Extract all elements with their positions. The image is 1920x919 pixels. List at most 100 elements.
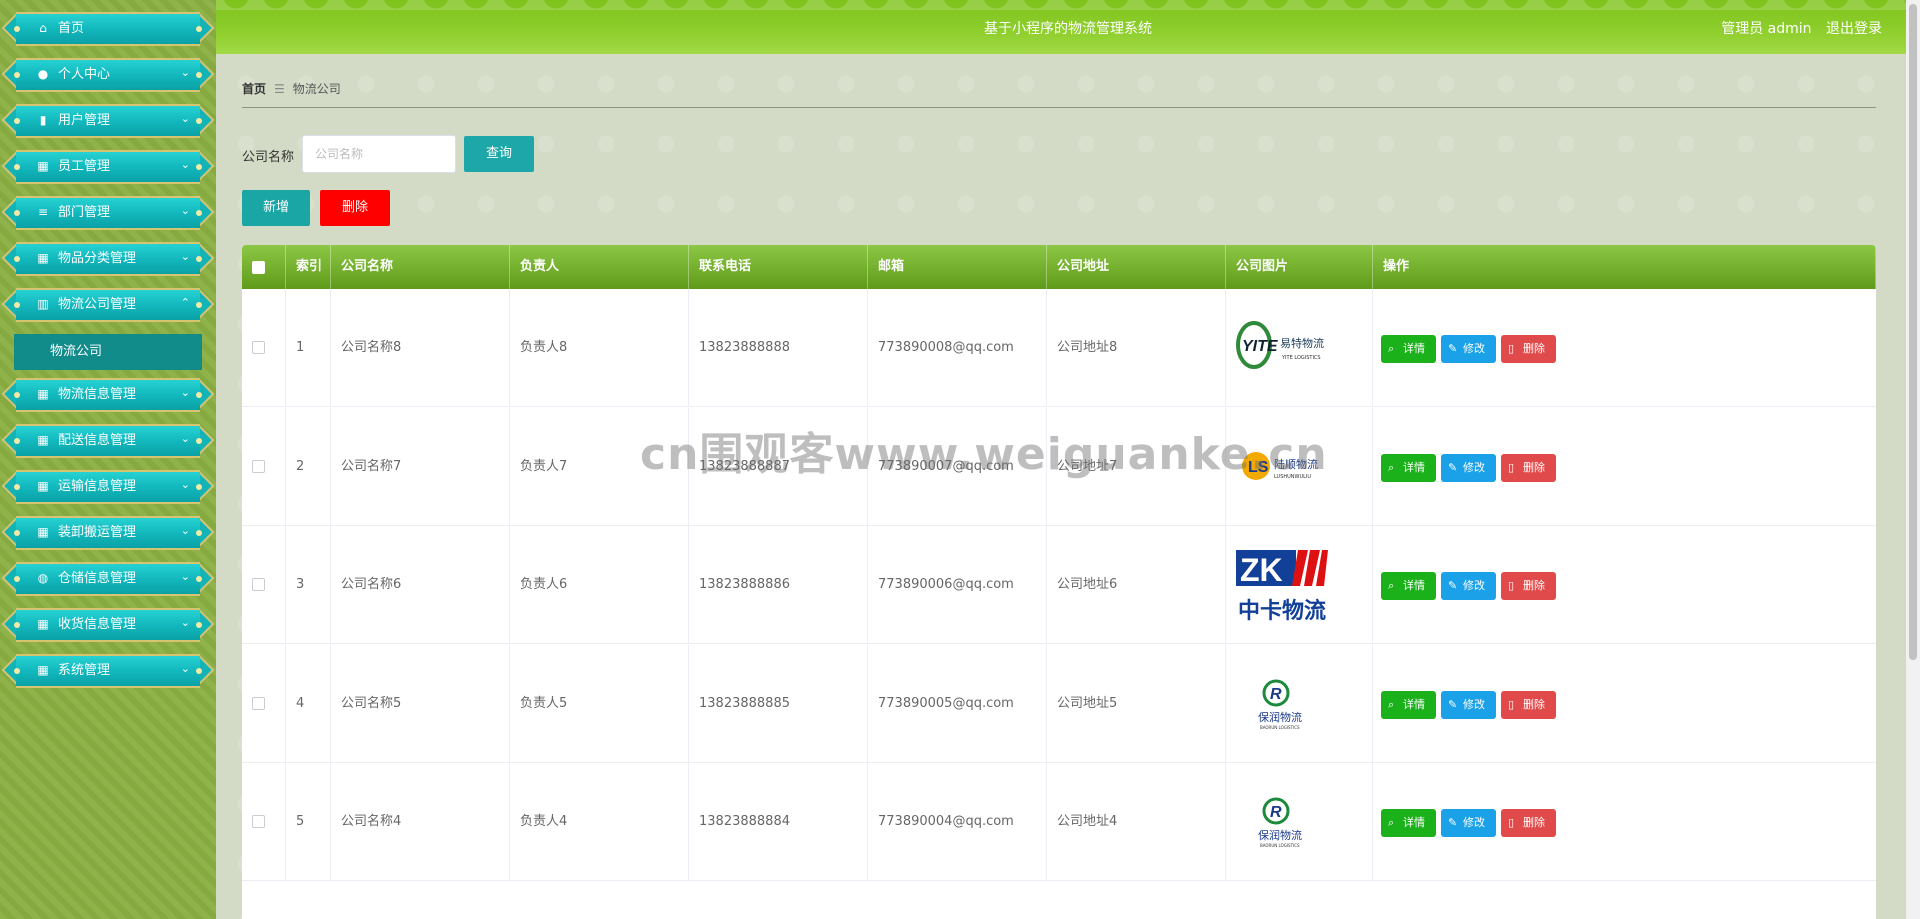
svg-text:保润物流: 保润物流 <box>1258 710 1302 724</box>
edit-button[interactable]: ✎ 修改 <box>1441 453 1496 482</box>
sidebar-item-3[interactable]: ▦ 员工管理 ⌄ <box>1 148 215 186</box>
detail-label: 详情 <box>1403 460 1425 474</box>
edit-button[interactable]: ✎ 修改 <box>1441 809 1496 837</box>
sidebar-item-4[interactable]: ≡ 部门管理 ⌄ <box>1 194 215 232</box>
edit-icon: ✎ <box>1448 460 1458 474</box>
scrollbar-thumb[interactable] <box>1909 4 1917 660</box>
select-all-checkbox[interactable] <box>252 261 265 274</box>
row-checkbox[interactable] <box>252 815 265 828</box>
sidebar-item-7[interactable]: ▦ 物流信息管理 ⌄ <box>1 376 215 414</box>
batch-delete-button[interactable]: 删除 <box>320 190 390 226</box>
detail-button[interactable]: ⌕ 详情 <box>1381 690 1436 719</box>
delete-label: 删除 <box>1523 579 1545 592</box>
delete-label: 删除 <box>1523 697 1545 711</box>
sidebar-item-13[interactable]: ▦ 系统管理 ⌄ <box>1 652 215 690</box>
svg-text:R: R <box>1270 804 1282 821</box>
sidebar-item-label: 配送信息管理 <box>58 433 137 448</box>
company-logo-image: R 保润物流 BAORUN LOGISTICS <box>1234 785 1330 859</box>
sidebar-item-8[interactable]: ▦ 配送信息管理 ⌄ <box>1 422 215 460</box>
sidebar-item-label: 运输信息管理 <box>58 479 137 494</box>
menu-dot-left <box>14 210 20 216</box>
delete-button[interactable]: ▯ 删除 <box>1501 809 1556 837</box>
detail-button[interactable]: ⌕ 详情 <box>1381 335 1436 363</box>
delete-button[interactable]: ▯ 删除 <box>1501 335 1556 363</box>
detail-button[interactable]: ⌕ 详情 <box>1381 572 1436 600</box>
column-header-6: 公司图片 <box>1226 245 1373 289</box>
chevron-down-icon: ⌄ <box>180 616 190 629</box>
search-icon: ⌕ <box>1388 697 1395 711</box>
grid-icon: ▦ <box>37 479 49 493</box>
delete-button[interactable]: ▯ 删除 <box>1501 572 1556 600</box>
svg-text:YITE LOGISTICS: YITE LOGISTICS <box>1281 355 1321 361</box>
row-checkbox[interactable] <box>252 578 265 591</box>
grid-icon: ▦ <box>37 663 49 677</box>
cell-index: 2 <box>286 407 331 526</box>
cell-index: 1 <box>286 289 331 407</box>
company-logo-image: YITE 易特物流 YITE LOGISTICS <box>1234 311 1330 385</box>
detail-button[interactable]: ⌕ 详情 <box>1381 809 1436 837</box>
user-area: 管理员 admin 退出登录 <box>1711 18 1882 38</box>
sidebar-item-10[interactable]: ▦ 装卸搬运管理 ⌄ <box>1 514 215 552</box>
row-checkbox[interactable] <box>252 696 265 710</box>
menu-dot-right <box>196 26 202 32</box>
home-icon: ⌂ <box>39 21 47 35</box>
sidebar-item-9[interactable]: ▦ 运输信息管理 ⌄ <box>1 468 215 506</box>
row-select-cell <box>242 526 286 644</box>
trash-icon: ▯ <box>1508 697 1515 711</box>
sidebar-item-label: 物流公司管理 <box>58 297 137 312</box>
logout-link[interactable]: 退出登录 <box>1826 21 1882 37</box>
menu-dot-left <box>14 26 20 32</box>
detail-label: 详情 <box>1403 342 1425 355</box>
breadcrumb-home[interactable]: 首页 <box>242 82 266 96</box>
chevron-down-icon: ⌄ <box>180 66 190 79</box>
delete-button[interactable]: ▯ 删除 <box>1501 453 1556 482</box>
edit-label: 修改 <box>1463 816 1485 829</box>
company-logo-image: R 保润物流 BAORUN LOGISTICS <box>1234 667 1330 741</box>
delete-button[interactable]: ▯ 删除 <box>1501 690 1556 719</box>
breadcrumb-divider <box>242 107 1876 108</box>
menu-dot-left <box>14 72 20 78</box>
query-button[interactable]: 查询 <box>464 136 534 172</box>
row-checkbox[interactable] <box>252 459 265 473</box>
add-button[interactable]: 新增 <box>242 190 310 226</box>
trash-icon: ▯ <box>1508 579 1515 592</box>
company-name-search-input[interactable] <box>302 135 456 173</box>
bar-chart-icon: ▮ <box>39 113 47 127</box>
table-header: 索引 公司名称 负责人 联系电话 邮箱 公司地址 公司图片 操作 <box>242 245 1876 289</box>
edit-button[interactable]: ✎ 修改 <box>1441 335 1496 363</box>
edit-button[interactable]: ✎ 修改 <box>1441 572 1496 600</box>
sidebar-item-1[interactable]: ● 个人中心 ⌄ <box>1 56 215 94</box>
table-row: 5 公司名称4 负责人4 13823888884 773890004@qq.com 公司地… <box>242 763 1876 881</box>
sidebar-item-6[interactable]: ▥ 物流公司管理 ⌃ <box>1 286 215 324</box>
cell-name: 公司名称6 <box>331 526 510 644</box>
grid-icon: ▦ <box>37 159 49 173</box>
edit-button[interactable]: ✎ 修改 <box>1441 690 1496 719</box>
page-scrollbar[interactable] <box>1906 0 1920 919</box>
detail-button[interactable]: ⌕ 详情 <box>1381 453 1436 482</box>
sidebar-item-0[interactable]: ⌂ 首页 <box>1 10 215 48</box>
cell-index: 4 <box>286 644 331 763</box>
menu-dot-right <box>196 484 202 490</box>
table-row: 3 公司名称6 负责人6 13823888886 773890006@qq.com 公司地… <box>242 526 1876 644</box>
search-icon: ⌕ <box>1388 460 1395 474</box>
svg-text:R: R <box>1270 686 1282 703</box>
svg-text:BAORUN LOGISTICS: BAORUN LOGISTICS <box>1260 725 1300 730</box>
chevron-down-icon: ⌄ <box>180 158 190 171</box>
detail-label: 详情 <box>1403 816 1425 829</box>
column-header-4: 邮箱 <box>868 245 1047 289</box>
sidebar-item-5[interactable]: ▦ 物品分类管理 ⌄ <box>1 240 215 278</box>
sidebar-item-2[interactable]: ▮ 用户管理 ⌄ <box>1 102 215 140</box>
sidebar-item-11[interactable]: ◍ 仓储信息管理 ⌄ <box>1 560 215 598</box>
watermark: cn围观客www.weiguanke.cn <box>640 429 1328 480</box>
cell-phone: 13823888884 <box>689 763 868 881</box>
row-checkbox[interactable] <box>252 341 265 354</box>
edit-label: 修改 <box>1463 697 1485 711</box>
breadcrumb-current: 物流公司 <box>292 82 341 96</box>
submenu-item-logistics-company[interactable]: 物流公司 <box>14 334 202 370</box>
sidebar-item-label: 首页 <box>58 21 85 36</box>
cell-email: 773890004@qq.com <box>868 763 1047 881</box>
detail-label: 详情 <box>1403 697 1425 711</box>
edit-icon: ✎ <box>1448 342 1458 355</box>
chevron-down-icon: ⌄ <box>180 250 190 263</box>
sidebar-item-12[interactable]: ▦ 收货信息管理 ⌄ <box>1 606 215 644</box>
